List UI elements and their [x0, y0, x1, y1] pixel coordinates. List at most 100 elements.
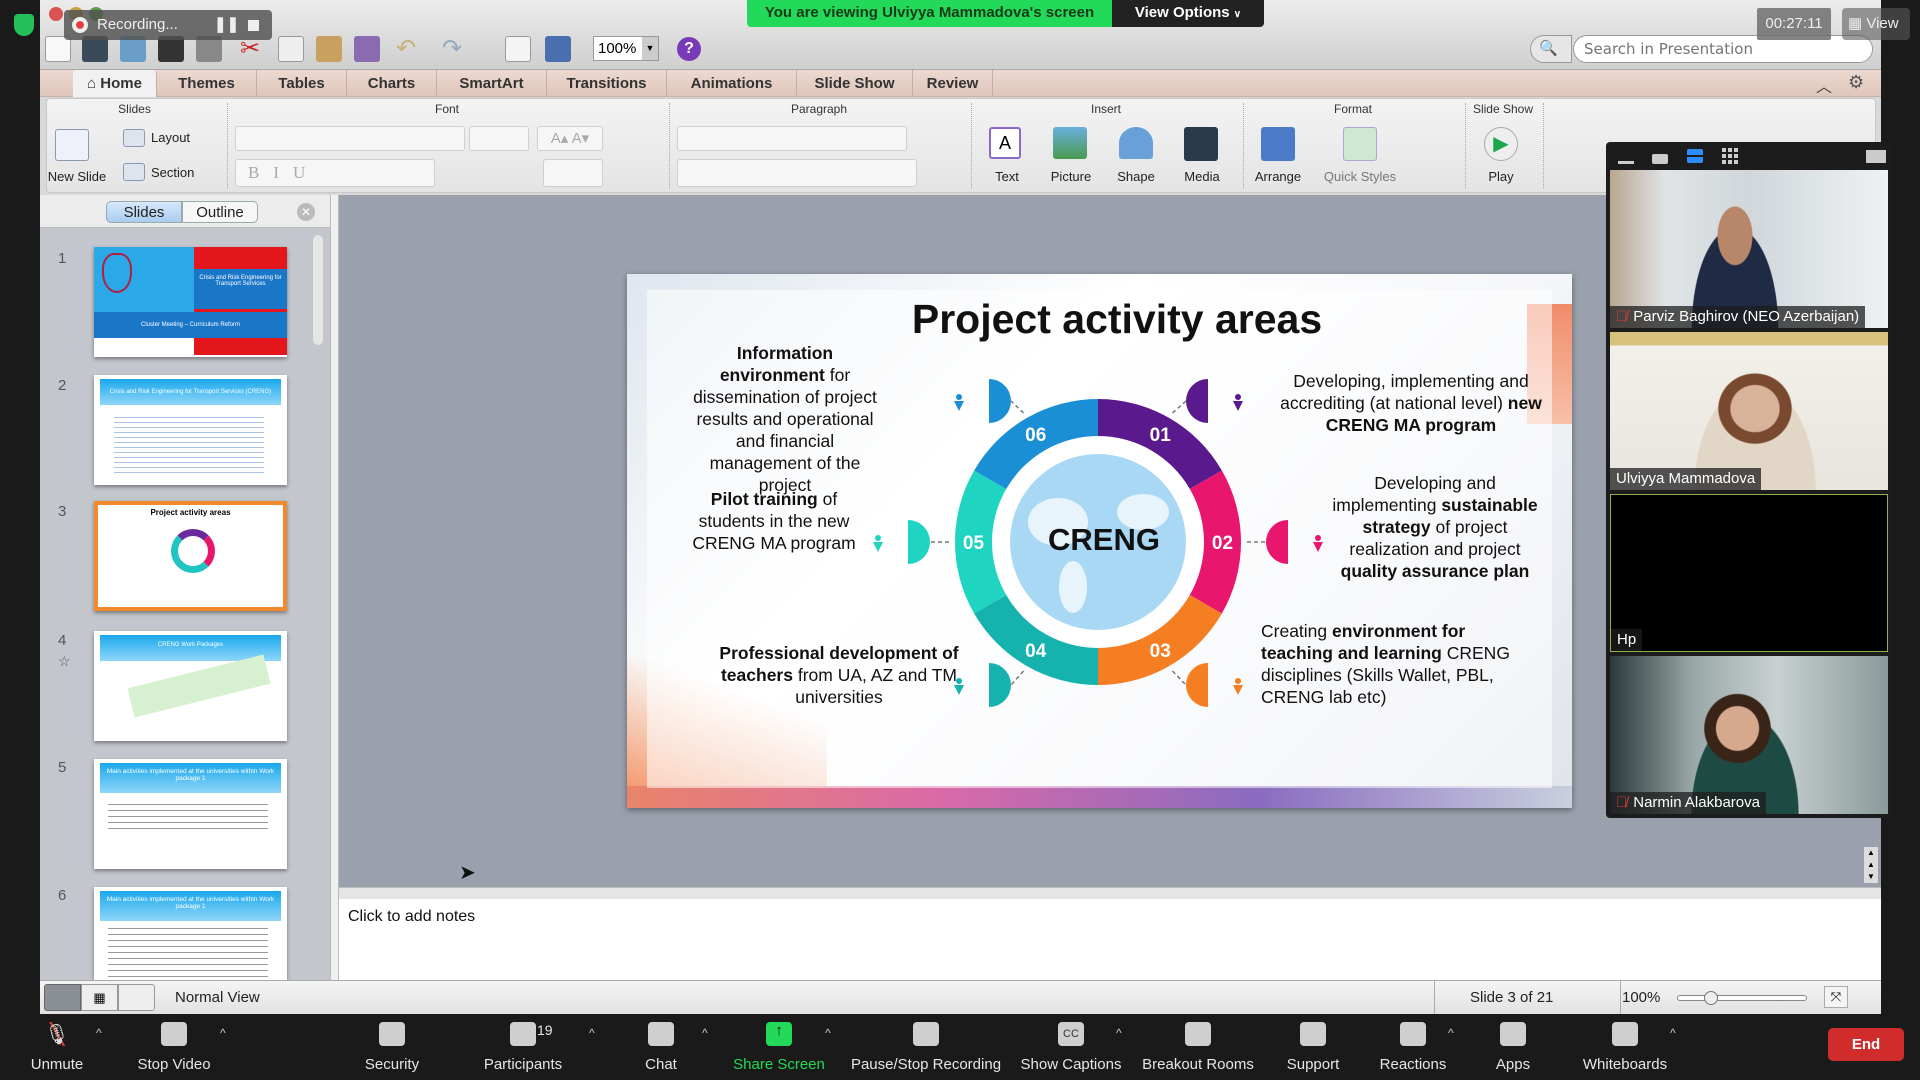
panel-splitter[interactable] — [330, 195, 339, 980]
alignment-buttons[interactable] — [677, 159, 917, 187]
quick-styles-icon[interactable] — [1343, 127, 1377, 161]
slide-thumbnail-1[interactable]: Crisis and Risk Engineering for Transpor… — [94, 247, 287, 357]
quick-styles-button[interactable]: Quick Styles — [1317, 169, 1403, 184]
view-mode-label: Normal View — [175, 989, 260, 1006]
view-button[interactable]: ▦ View — [1842, 8, 1910, 40]
font-color-button[interactable] — [543, 159, 603, 187]
media-browser-icon[interactable] — [545, 36, 571, 62]
tab-slide-show[interactable]: Slide Show — [797, 70, 913, 97]
new-slide-button[interactable]: New Slide — [47, 169, 107, 184]
options-caret-icon[interactable]: ^ — [825, 1026, 831, 1040]
tab-themes[interactable]: Themes — [157, 70, 257, 97]
picture-icon[interactable] — [1053, 127, 1087, 159]
scroll-arrows[interactable]: ▲ ▲ ▼ — [1864, 847, 1878, 883]
section-button[interactable]: Section — [151, 165, 194, 180]
gallery-view-icon[interactable] — [1722, 148, 1738, 164]
pop-out-icon[interactable] — [1866, 150, 1886, 163]
shape-icon[interactable] — [1119, 127, 1153, 159]
slide-thumbnail-5[interactable]: Main activities implemented at the unive… — [94, 759, 287, 869]
search-scope-button[interactable]: 🔍 — [1530, 35, 1572, 63]
help-icon[interactable]: ? — [677, 37, 701, 61]
font-size-buttons[interactable]: A▴ A▾ — [537, 126, 603, 151]
slide-show-view-button[interactable] — [118, 984, 155, 1011]
tab-home[interactable]: ⌂ Home — [73, 70, 157, 97]
panel-scrollbar[interactable] — [313, 235, 323, 345]
media-icon[interactable] — [1184, 127, 1218, 161]
slide-sorter-icon[interactable] — [505, 36, 531, 62]
video-tile-2[interactable]: Ulviyya Mammadova — [1610, 332, 1888, 490]
window-close-button[interactable] — [49, 7, 63, 21]
normal-view-button[interactable] — [44, 984, 81, 1011]
pause-recording-button[interactable]: ❚❚ — [214, 10, 239, 40]
options-caret-icon[interactable]: ^ — [702, 1026, 708, 1040]
notes-splitter[interactable] — [339, 887, 1881, 899]
tab-outline-panel[interactable]: Outline — [182, 201, 258, 223]
text-box-icon[interactable]: A — [989, 127, 1021, 159]
participants-button[interactable]: 19 Participants — [453, 1014, 593, 1080]
minimize-videos-icon[interactable] — [1618, 161, 1634, 164]
close-panel-icon[interactable]: ✕ — [297, 203, 315, 221]
video-tile-4[interactable]: 🎙̸ Narmin Alakbarova — [1610, 656, 1888, 814]
active-speaker-view-icon[interactable] — [1652, 154, 1668, 164]
options-caret-icon[interactable]: ^ — [220, 1026, 226, 1040]
collapse-ribbon-icon[interactable]: ︿ — [1816, 73, 1832, 97]
video-tile-3[interactable]: Hp — [1610, 494, 1888, 652]
slide-thumbnail-2[interactable]: Crisis and Risk Engineering for Transpor… — [94, 375, 287, 485]
insert-picture-button[interactable]: Picture — [1043, 169, 1099, 184]
font-name-select[interactable] — [235, 126, 465, 151]
bold-italic-underline-buttons[interactable]: BIU — [235, 159, 435, 187]
slide-canvas[interactable]: Project activity areas 01 02 03 04 05 06 CREN… — [627, 274, 1572, 808]
security-button[interactable]: Security — [322, 1014, 462, 1080]
strip-view-icon[interactable] — [1687, 149, 1703, 163]
play-button[interactable]: Play — [1481, 169, 1521, 184]
stop-recording-button[interactable] — [248, 20, 259, 31]
arrange-button[interactable]: Arrange — [1247, 169, 1309, 184]
paste-icon[interactable] — [316, 36, 342, 62]
slide-thumbnail-3-selected[interactable]: Project activity areas — [94, 501, 287, 611]
tab-charts[interactable]: Charts — [347, 70, 437, 97]
fit-to-window-icon[interactable]: ⤧ — [1824, 986, 1848, 1008]
thumbnail-subtitle: Cluster Meeting – Curriculum Reform — [94, 312, 287, 338]
font-size-select[interactable] — [469, 126, 529, 151]
layout-button[interactable]: Layout — [151, 130, 190, 145]
paragraph-list-buttons[interactable] — [677, 126, 907, 151]
whiteboards-button[interactable]: Whiteboards — [1555, 1014, 1695, 1080]
end-meeting-button[interactable]: End — [1828, 1028, 1904, 1061]
area-01-text: Developing, implementing and accrediting… — [1280, 371, 1542, 435]
tab-animations[interactable]: Animations — [667, 70, 797, 97]
arrange-icon[interactable] — [1261, 127, 1295, 161]
tab-smartart[interactable]: SmartArt — [437, 70, 547, 97]
slide-sorter-view-button[interactable]: ▦ — [81, 984, 118, 1011]
zoom-slider[interactable] — [1677, 991, 1807, 1005]
area-05-text: Pilot training of students in the new CR… — [692, 489, 856, 553]
copy-icon[interactable] — [278, 36, 304, 62]
zoom-level-field[interactable]: 100% ▼ — [593, 36, 659, 61]
stop-video-button[interactable]: Stop Video — [104, 1014, 244, 1080]
show-captions-button[interactable]: CC Show Captions — [1001, 1014, 1141, 1080]
video-tile-1[interactable]: 🎙̸ Parviz Baghirov (NEO Azerbaijan) — [1610, 170, 1888, 328]
insert-shape-button[interactable]: Shape — [1111, 169, 1161, 184]
tab-transitions[interactable]: Transitions — [547, 70, 667, 97]
slide-thumbnail-6[interactable]: Main activities implemented at the unive… — [94, 887, 287, 980]
tab-tables[interactable]: Tables — [257, 70, 347, 97]
format-painter-icon[interactable] — [354, 36, 380, 62]
view-options-button[interactable]: View Options ∨ — [1112, 0, 1264, 27]
notes-pane[interactable]: Click to add notes — [339, 899, 1881, 980]
insert-text-button[interactable]: Text — [987, 169, 1027, 184]
new-slide-icon[interactable] — [55, 129, 89, 161]
play-icon[interactable]: ▶ — [1484, 127, 1518, 161]
tab-slides-panel[interactable]: Slides — [106, 201, 182, 223]
options-caret-icon[interactable]: ^ — [1116, 1026, 1122, 1040]
ribbon-settings-icon[interactable]: ⚙ — [1848, 72, 1864, 93]
notes-placeholder[interactable]: Click to add notes — [348, 908, 475, 926]
share-screen-button[interactable]: ↑ Share Screen — [709, 1014, 849, 1080]
zoom-slider-knob[interactable] — [1703, 991, 1718, 1005]
slide-thumbnail-4[interactable]: CRENG Work Packages — [94, 631, 287, 741]
undo-icon[interactable]: ↶ — [396, 36, 422, 62]
redo-icon[interactable]: ↷ — [442, 36, 468, 62]
options-caret-icon[interactable]: ^ — [96, 1026, 102, 1040]
tab-review[interactable]: Review — [913, 70, 993, 97]
pause-stop-recording-button[interactable]: Pause/Stop Recording — [851, 1014, 1001, 1080]
options-caret-icon[interactable]: ^ — [1670, 1026, 1676, 1040]
insert-media-button[interactable]: Media — [1177, 169, 1227, 184]
